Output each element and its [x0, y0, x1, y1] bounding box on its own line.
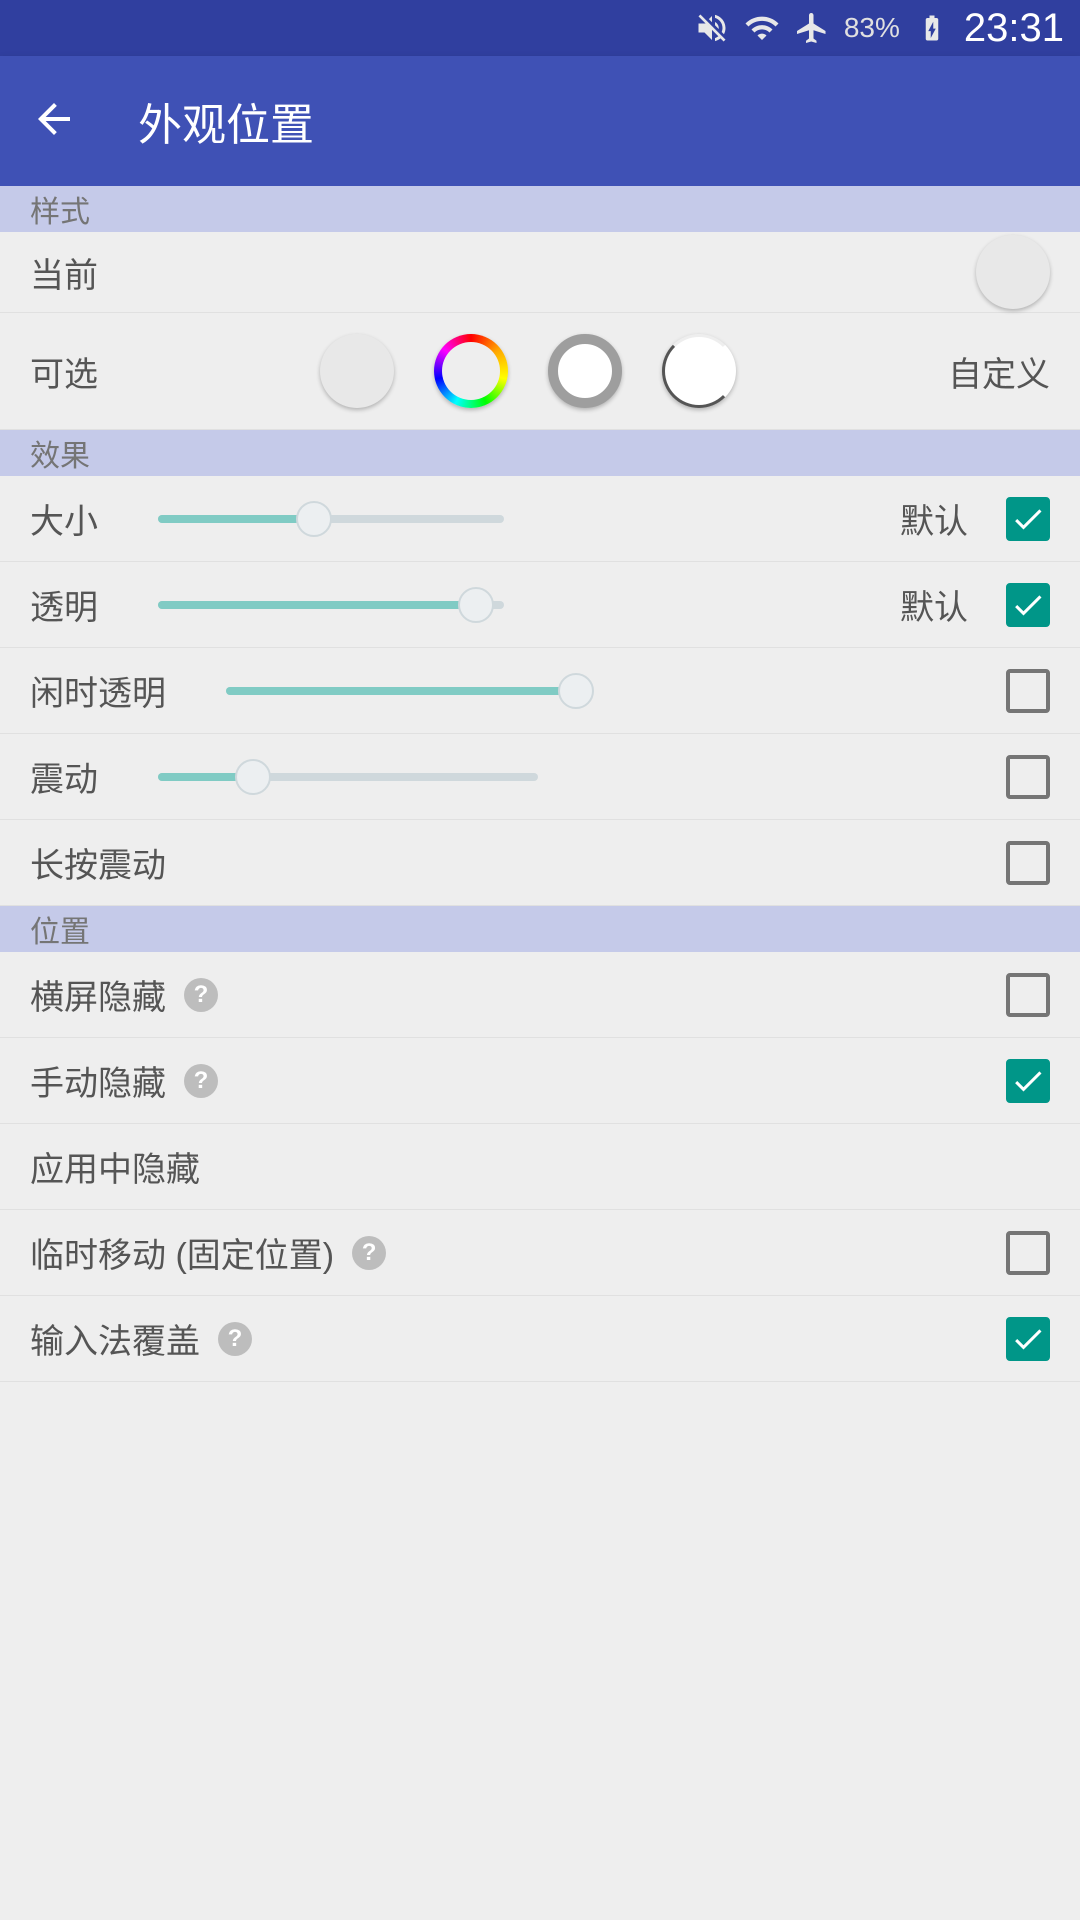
current-label: 当前	[30, 248, 98, 297]
opacity-slider[interactable]	[158, 587, 504, 623]
swatch-thin-ring[interactable]	[662, 334, 736, 408]
clock-text: 23:31	[964, 6, 1064, 51]
opacity-default-checkbox[interactable]	[1006, 583, 1050, 627]
opacity-default-label: 默认	[900, 580, 968, 629]
swatch-plain[interactable]	[320, 334, 394, 408]
options-label: 可选	[30, 347, 98, 396]
row-app-hide[interactable]: 应用中隐藏	[0, 1124, 1080, 1210]
custom-button[interactable]: 自定义	[948, 347, 1050, 396]
landscape-checkbox[interactable]	[1006, 973, 1050, 1017]
temp-move-label: 临时移动 (固定位置)	[30, 1228, 334, 1277]
help-icon[interactable]: ?	[352, 1236, 386, 1270]
idle-label: 闲时透明	[30, 666, 166, 715]
status-bar: 83% 23:31	[0, 0, 1080, 56]
landscape-label: 横屏隐藏	[30, 970, 166, 1019]
row-ime-cover[interactable]: 输入法覆盖 ?	[0, 1296, 1080, 1382]
section-effect-header: 效果	[0, 430, 1080, 476]
mute-icon	[694, 10, 730, 46]
row-style-options: 可选 自定义	[0, 313, 1080, 430]
row-current-style[interactable]: 当前	[0, 232, 1080, 313]
idle-checkbox[interactable]	[1006, 669, 1050, 713]
manual-checkbox[interactable]	[1006, 1059, 1050, 1103]
ime-label: 输入法覆盖	[30, 1314, 200, 1363]
row-long-vibrate[interactable]: 长按震动	[0, 820, 1080, 906]
long-vibrate-label: 长按震动	[30, 838, 166, 887]
temp-move-checkbox[interactable]	[1006, 1231, 1050, 1275]
row-manual-hide[interactable]: 手动隐藏 ?	[0, 1038, 1080, 1124]
section-style-header: 样式	[0, 186, 1080, 232]
manual-label: 手动隐藏	[30, 1056, 166, 1105]
page-title: 外观位置	[138, 89, 314, 153]
vibrate-label: 震动	[30, 752, 98, 801]
wifi-icon	[744, 10, 780, 46]
row-size: 大小 默认	[0, 476, 1080, 562]
vibrate-checkbox[interactable]	[1006, 755, 1050, 799]
help-icon[interactable]: ?	[218, 1322, 252, 1356]
vibrate-slider[interactable]	[158, 759, 538, 795]
long-vibrate-checkbox[interactable]	[1006, 841, 1050, 885]
row-vibrate: 震动	[0, 734, 1080, 820]
battery-text: 83%	[844, 12, 900, 44]
section-position-header: 位置	[0, 906, 1080, 952]
opacity-label: 透明	[30, 580, 98, 629]
swatch-thick-ring[interactable]	[548, 334, 622, 408]
ime-checkbox[interactable]	[1006, 1317, 1050, 1361]
back-icon[interactable]	[30, 95, 78, 148]
size-label: 大小	[30, 494, 98, 543]
airplane-icon	[794, 10, 830, 46]
help-icon[interactable]: ?	[184, 1064, 218, 1098]
app-hide-label: 应用中隐藏	[30, 1142, 200, 1191]
swatch-rainbow[interactable]	[434, 334, 508, 408]
battery-charging-icon	[914, 10, 950, 46]
app-bar: 外观位置	[0, 56, 1080, 186]
row-idle-opacity: 闲时透明	[0, 648, 1080, 734]
row-landscape-hide[interactable]: 横屏隐藏 ?	[0, 952, 1080, 1038]
row-opacity: 透明 默认	[0, 562, 1080, 648]
current-swatch	[976, 235, 1050, 309]
help-icon[interactable]: ?	[184, 978, 218, 1012]
idle-slider[interactable]	[226, 673, 591, 709]
size-default-checkbox[interactable]	[1006, 497, 1050, 541]
size-default-label: 默认	[900, 494, 968, 543]
row-temp-move[interactable]: 临时移动 (固定位置) ?	[0, 1210, 1080, 1296]
size-slider[interactable]	[158, 501, 504, 537]
